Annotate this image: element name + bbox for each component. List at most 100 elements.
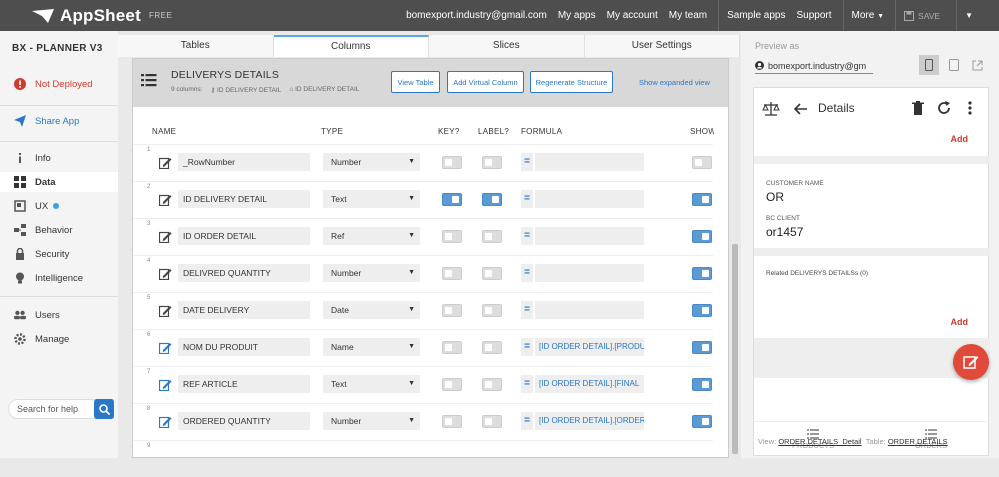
key-toggle[interactable] [442,341,462,354]
sidebar-item-manage[interactable]: Manage [0,329,118,349]
back-arrow-icon[interactable] [794,103,808,115]
label-toggle[interactable] [482,378,502,391]
key-toggle[interactable] [442,193,462,206]
show-toggle[interactable] [692,378,712,391]
tab-slices[interactable]: Slices [429,35,585,57]
key-toggle[interactable] [442,230,462,243]
show-toggle[interactable] [692,156,712,169]
formula-input[interactable] [535,301,644,319]
add-virtual-column-button[interactable]: Add Virtual Column [447,71,524,93]
tab-columns[interactable]: Columns [273,35,429,57]
label-toggle[interactable] [482,193,502,206]
open-external-button[interactable] [967,55,987,75]
my-apps-link[interactable]: My apps [558,10,596,21]
save-button[interactable]: SAVE [904,10,940,21]
formula-input[interactable] [535,264,644,282]
sidebar-item-behavior[interactable]: Behavior [0,220,118,240]
label-toggle[interactable] [482,230,502,243]
sidebar-item-ux[interactable]: UX [0,196,118,216]
show-toggle[interactable] [692,415,712,428]
key-toggle[interactable] [442,156,462,169]
table-row[interactable]: 2 ID DELIVERY DETAIL Text ▼ = [133,181,713,218]
show-toggle[interactable] [692,193,712,206]
formula-input[interactable]: [ID ORDER DETAIL].[FINAL [535,375,644,393]
table-row[interactable]: 5 DATE DELIVERY Date ▼ = [133,292,713,329]
account-email[interactable]: bomexport.industry@gmail.com [406,10,547,21]
show-toggle[interactable] [692,341,712,354]
label-toggle[interactable] [482,304,502,317]
sidebar-item-users[interactable]: Users [0,305,118,325]
tab-user-settings[interactable]: User Settings [584,35,740,57]
table-row[interactable]: 6 NOM DU PRODUIT Name ▼ = [ID ORDER DETAIL].[… [133,329,713,366]
sidebar-item-info[interactable]: Info [0,148,118,168]
column-name-input[interactable]: REF ARTICLE [178,375,310,393]
appsheet-logo[interactable]: AppSheet FREE [32,6,172,26]
edit-icon[interactable] [159,378,172,391]
column-name-input[interactable]: ID DELIVERY DETAIL [178,190,310,208]
phone-device-button[interactable] [919,55,939,75]
edit-icon[interactable] [159,267,172,280]
label-toggle[interactable] [482,341,502,354]
column-type-select[interactable]: Number ▼ [323,153,420,171]
add-related-button[interactable]: Add [951,317,969,327]
sidebar-item-data[interactable]: Data [0,172,118,192]
tab-tables[interactable]: Tables [118,35,274,57]
refresh-icon[interactable] [937,101,951,115]
add-button[interactable]: Add [951,134,969,144]
preview-account-field[interactable]: bomexport.industry@gm [755,58,873,74]
formula-input[interactable]: [ID ORDER DETAIL].[ORDER [535,412,644,430]
edit-icon[interactable] [159,193,172,206]
column-name-input[interactable]: DELIVRED QUANTITY [178,264,310,282]
formula-input[interactable] [535,227,644,245]
main-scrollbar[interactable] [732,244,738,454]
formula-input[interactable] [535,153,644,171]
edit-icon[interactable] [159,156,172,169]
tablet-device-button[interactable] [944,55,964,75]
edit-icon[interactable] [159,304,172,317]
trash-icon[interactable] [912,101,924,115]
table-row[interactable]: 8 ORDERED QUANTITY Number ▼ = [ID ORDER DETAI… [133,403,713,440]
show-toggle[interactable] [692,230,712,243]
column-type-select[interactable]: Ref ▼ [323,227,420,245]
view-table-button[interactable]: View Table [391,71,440,93]
table-row[interactable]: 3 ID ORDER DETAIL Ref ▼ = [133,218,713,255]
column-type-select[interactable]: Name ▼ [323,338,420,356]
my-account-link[interactable]: My account [607,10,658,21]
column-type-select[interactable]: Number ▼ [323,412,420,430]
column-type-select[interactable]: Number ▼ [323,264,420,282]
sidebar-item-not-deployed[interactable]: Not Deployed [0,74,118,94]
support-link[interactable]: Support [796,10,831,21]
sidebar-item-share[interactable]: Share App [0,111,118,131]
edit-icon[interactable] [159,415,172,428]
scale-icon[interactable] [762,101,780,117]
table-name-link[interactable]: ORDER DETAILS [888,437,948,446]
label-toggle[interactable] [482,267,502,280]
column-name-input[interactable]: _RowNumber [178,153,310,171]
column-type-select[interactable]: Text ▼ [323,190,420,208]
regenerate-structure-button[interactable]: Regenerate Structure [530,71,613,93]
table-header[interactable]: DELIVERYS DETAILS 9 columns: ⚷ ID DELIVE… [133,59,728,107]
my-team-link[interactable]: My team [669,10,707,21]
label-toggle[interactable] [482,415,502,428]
table-row[interactable]: 4 DELIVRED QUANTITY Number ▼ = [133,255,713,292]
show-toggle[interactable] [692,267,712,280]
column-name-input[interactable]: NOM DU PRODUIT [178,338,310,356]
search-button[interactable] [94,399,114,419]
key-toggle[interactable] [442,415,462,428]
label-toggle[interactable] [482,156,502,169]
column-type-select[interactable]: Text ▼ [323,375,420,393]
show-expanded-view-link[interactable]: Show expanded view [639,78,710,87]
more-menu[interactable]: More ▼ [852,10,885,21]
key-toggle[interactable] [442,267,462,280]
edit-icon[interactable] [159,230,172,243]
sample-apps-link[interactable]: Sample apps [727,10,785,21]
column-type-select[interactable]: Date ▼ [323,301,420,319]
sidebar-item-intelligence[interactable]: Intelligence [0,268,118,288]
formula-input[interactable]: [ID ORDER DETAIL].[PRODU [535,338,644,356]
more-vert-icon[interactable] [968,101,972,115]
show-toggle[interactable] [692,304,712,317]
table-row[interactable]: 9 [133,440,713,477]
view-name-link[interactable]: ORDER DETAILS_Detail [778,437,861,446]
table-row[interactable]: 1 _RowNumber Number ▼ = [133,144,713,181]
edit-fab-button[interactable] [953,344,989,380]
